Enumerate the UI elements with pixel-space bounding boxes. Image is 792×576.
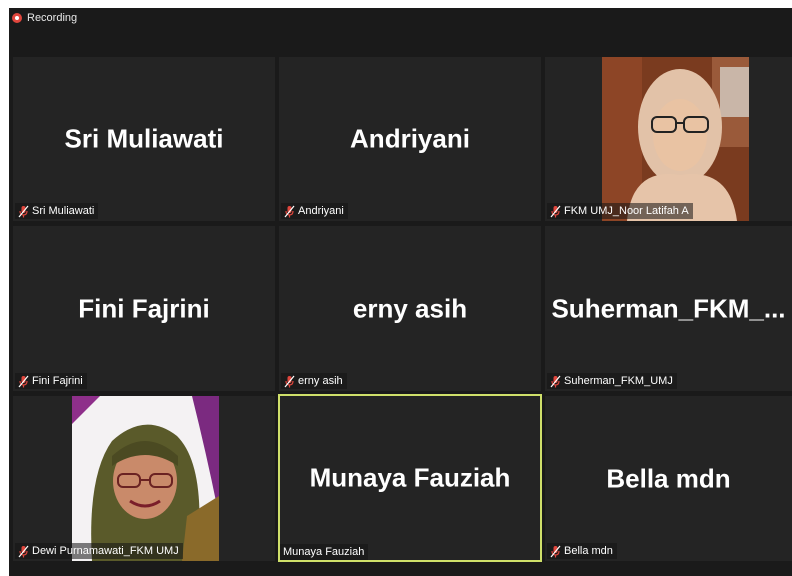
participant-tile-sri-muliawati[interactable]: Sri Muliawati Sri Muliawati — [13, 57, 275, 221]
participant-tile-bella-mdn[interactable]: Bella mdn Bella mdn — [545, 396, 792, 561]
participant-name: Fini Fajrini — [78, 293, 210, 323]
participant-name: erny asih — [352, 293, 468, 323]
participant-label: erny asih — [281, 373, 347, 389]
muted-mic-icon — [550, 205, 561, 217]
participant-label: Dewi Purnamawati_FKM UMJ — [15, 543, 183, 559]
participant-name: Bella mdn — [606, 463, 731, 493]
participant-video — [72, 396, 219, 561]
participant-label: Fini Fajrini — [15, 373, 87, 389]
participant-name: Andriyani — [350, 123, 470, 154]
participant-tile-andriyani[interactable]: Andriyani Andriyani — [279, 57, 541, 221]
participant-label: Sri Muliawati — [15, 203, 99, 219]
muted-mic-icon — [284, 205, 295, 217]
muted-mic-icon — [550, 545, 561, 557]
participant-tile-fini-fajrini[interactable]: Fini Fajrini Fini Fajrini — [13, 226, 275, 391]
participant-label: FKM UMJ_Noor Latifah A — [547, 203, 693, 219]
participant-tile-suherman[interactable]: Suherman_FKM_... Suherman_FKM_UMJ — [545, 226, 792, 391]
participant-label: Suherman_FKM_UMJ — [547, 373, 677, 389]
participant-video — [602, 57, 749, 221]
participant-name: Munaya Fauziah — [309, 462, 511, 493]
participant-name: Sri Muliawati — [64, 123, 224, 154]
participant-tile-munaya-fauziah[interactable]: Munaya Fauziah Munaya Fauziah — [278, 394, 542, 562]
recording-icon — [12, 13, 22, 23]
participant-label: Bella mdn — [547, 543, 617, 559]
muted-mic-icon — [18, 545, 29, 557]
participant-tile-dewi-purnamawati[interactable]: Dewi Purnamawati_FKM UMJ — [13, 396, 275, 561]
participant-label: Munaya Fauziah — [280, 544, 369, 560]
muted-mic-icon — [18, 205, 29, 217]
meeting-window: Recording Sri Muliawati Sri Muliawati An… — [9, 8, 792, 576]
recording-indicator[interactable]: Recording — [9, 8, 77, 28]
muted-mic-icon — [550, 375, 561, 387]
participant-tile-erny-asih[interactable]: erny asih erny asih — [279, 226, 541, 391]
participant-label: Andriyani — [281, 203, 348, 219]
muted-mic-icon — [18, 375, 29, 387]
participant-tile-noor-latifah[interactable]: FKM UMJ_Noor Latifah A — [545, 57, 792, 221]
participant-name: Suherman_FKM_... — [551, 293, 786, 323]
recording-label: Recording — [27, 12, 78, 24]
muted-mic-icon — [284, 375, 295, 387]
